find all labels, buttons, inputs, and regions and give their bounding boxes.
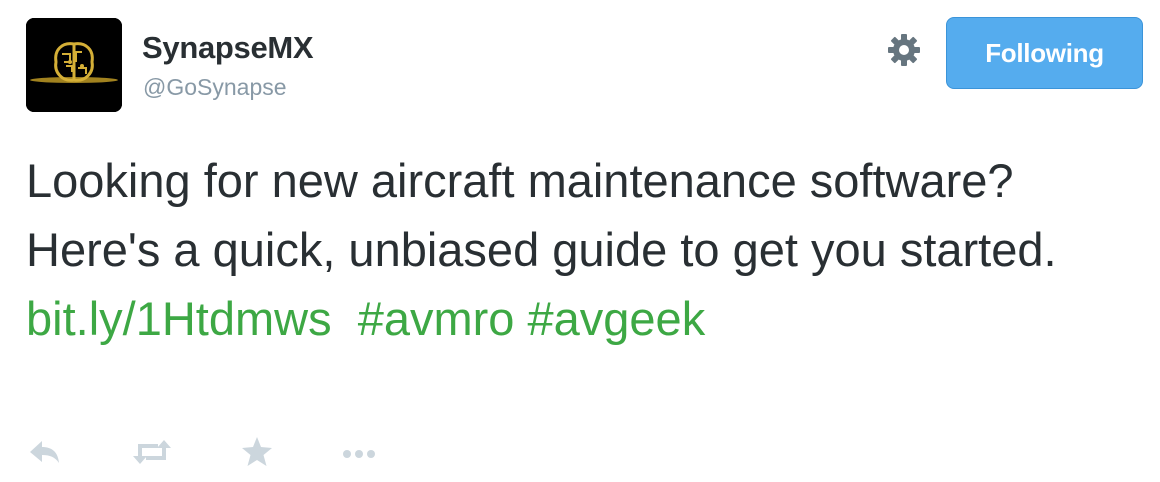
favorite-star-icon[interactable] — [240, 432, 274, 472]
retweet-icon[interactable] — [130, 432, 174, 472]
tweet-link[interactable]: bit.ly/1Htdmws — [26, 292, 332, 345]
following-button[interactable]: Following — [946, 17, 1143, 89]
display-name[interactable]: SynapseMX — [142, 30, 314, 66]
tweet-body: Looking for new aircraft maintenance sof… — [26, 154, 1057, 276]
tweet-text: Looking for new aircraft maintenance sof… — [26, 146, 1146, 353]
hashtag-avmro[interactable]: #avmro — [358, 292, 515, 345]
avatar[interactable] — [26, 18, 122, 112]
user-handle[interactable]: @GoSynapse — [143, 74, 287, 101]
reply-icon[interactable] — [26, 432, 62, 472]
gear-icon[interactable] — [886, 32, 922, 68]
more-icon[interactable] — [340, 432, 380, 472]
hashtag-avgeek[interactable]: #avgeek — [528, 292, 706, 345]
